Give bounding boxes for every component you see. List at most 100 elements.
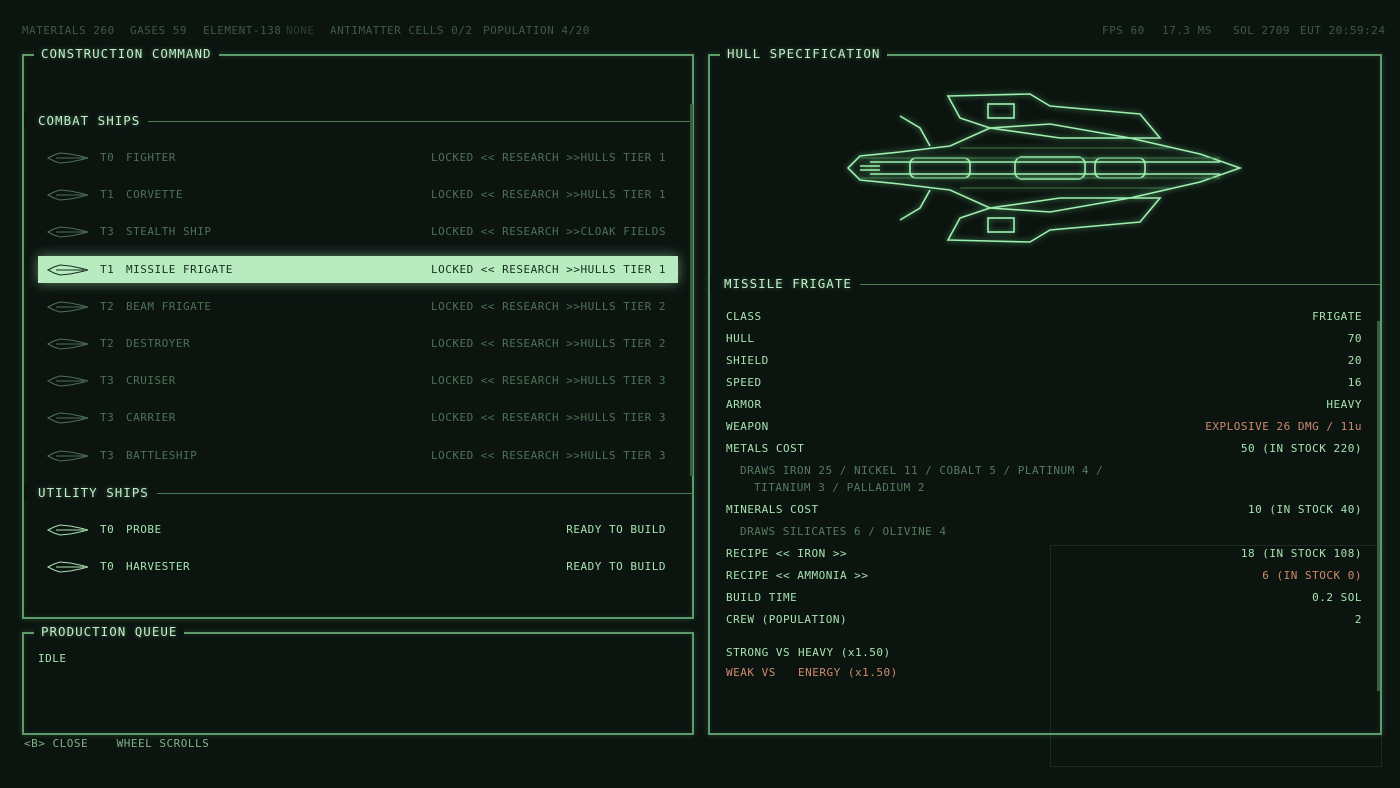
ship-row[interactable]: T3 STEALTH SHIP LOCKED << RESEARCH >>CLOAK… [38,218,678,245]
ship-name-heading: MISSILE FRIGATE [710,276,860,291]
scroll-hint: WHEEL SCROLLS [116,737,210,750]
ship-status: LOCKED << RESEARCH >>HULLS TIER 3 [430,448,666,462]
ship-tier: T0 [100,560,115,574]
strong-vs-value: HEAVY (x1.50) [798,646,891,659]
stat-value: 50 (IN STOCK 220) [1240,442,1362,455]
ship-tier: T2 [100,299,115,313]
harvester-icon [46,561,89,573]
ship-row[interactable]: T1 MISSILE FRIGATE LOCKED << RESEARCH >>HU… [38,255,678,283]
ship-row[interactable]: T0 FIGHTER LOCKED << RESEARCH >>HULLS TIER… [38,144,678,171]
probe-icon [46,524,89,536]
missile-frigate-icon [46,264,89,276]
ship-tier: T2 [100,337,115,350]
ship-row[interactable]: T3 CARRIER LOCKED << RESEARCH >>HULLS TIER… [38,404,678,431]
ship-status: LOCKED << RESEARCH >>HULLS TIER 3 [430,374,666,388]
ship-tier: T3 [100,225,115,239]
panel-title: HULL SPECIFICATION [720,46,888,61]
ship-name: PROBE [126,523,162,536]
stat-label: SHIELD [726,354,769,367]
ship-row[interactable]: T3 CRUISER LOCKED << RESEARCH >>HULLS TIER… [38,367,678,394]
ship-row[interactable]: T0 HARVESTER READY TO BUILD [38,553,678,580]
top-status-bar: MATERIALS 260 GASES 59 ELEMENT-138 NONE … [22,24,1385,38]
recipe-ammonia-value: 6 (IN STOCK 0) [1262,569,1362,582]
ship-status: LOCKED << RESEARCH >>HULLS TIER 2 [430,337,666,350]
construction-panel: CONSTRUCTION COMMAND COMBAT SHIPS T0 FIGH… [22,46,694,619]
fps-readout: FPS 60 [1102,24,1145,37]
minerals-cost-label: MINERALS COST [726,503,819,516]
hull-scrollbar[interactable] [1377,321,1380,691]
ship-row[interactable]: T0 PROBE READY TO BUILD [38,516,678,543]
panel-title: PRODUCTION QUEUE [34,624,185,639]
metals-breakdown-cont: TITANIUM 3 / PALLADIUM 2 [754,481,925,494]
stat-label: SPEED [726,376,762,389]
strong-vs-label: STRONG VS [726,646,791,659]
ship-row[interactable]: T3 BATTLESHIP LOCKED << RESEARCH >>HULLS T… [38,442,678,469]
hull-spec-panel: HULL SPECIFICATION MISSILE FRIGATE CLASS… [708,46,1382,735]
recipe-iron-label: RECIPE << IRON >> [726,547,848,560]
ship-name: BEAM FRIGATE [126,299,212,313]
element-readout: ELEMENT-138 [203,24,282,37]
stat-label: CLASS [726,310,762,323]
panel-title: CONSTRUCTION COMMAND [34,46,219,61]
ship-row[interactable]: T2 BEAM FRIGATE LOCKED << RESEARCH >>HULLS… [38,293,678,320]
ship-status: LOCKED << RESEARCH >>HULLS TIER 1 [430,188,666,202]
ship-name: CRUISER [126,374,176,388]
stat-label: WEAPON [726,420,769,433]
gases-readout: GASES 59 [130,24,187,37]
beam-frigate-icon [46,301,89,313]
destroyer-icon [46,338,89,350]
ship-name: STEALTH SHIP [126,225,212,239]
ship-tier: T1 [100,188,115,202]
control-hints: <B> CLOSE WHEEL SCROLLS [24,737,209,750]
ship-tier: T1 [100,262,115,276]
stat-value: FRIGATE [1312,310,1362,323]
ship-status: LOCKED << RESEARCH >>HULLS TIER 1 [430,262,666,276]
ship-status: LOCKED << RESEARCH >>HULLS TIER 2 [430,299,666,313]
population-readout: POPULATION 4/20 [483,24,590,37]
build-time-label: BUILD TIME [726,591,798,604]
production-queue-panel: PRODUCTION QUEUE IDLE [22,624,694,735]
build-time-value: 0.2 SOL [1312,591,1362,604]
ship-status: READY TO BUILD [566,523,666,536]
materials-readout: MATERIALS 260 [22,24,115,37]
ship-status: LOCKED << RESEARCH >>HULLS TIER 1 [430,151,666,164]
frame-time-readout: 17.3 MS [1162,24,1212,37]
carrier-icon [46,412,89,424]
ship-tier: T3 [100,411,115,425]
ship-tier: T0 [100,523,115,536]
sol-readout: SOL 2709 [1233,24,1290,37]
ship-tier: T3 [100,448,115,462]
stat-value: 70 [1347,332,1362,345]
construction-scrollbar[interactable] [690,104,693,476]
stat-label: HULL [726,332,755,345]
weak-vs-value: ENERGY (x1.50) [798,666,898,679]
ship-row[interactable]: T2 DESTROYER LOCKED << RESEARCH >>HULLS TI… [38,330,678,357]
recipe-iron-value: 18 (IN STOCK 108) [1240,547,1362,560]
element-state: NONE [286,24,315,37]
ship-status: READY TO BUILD [566,560,666,574]
stat-value: EXPLOSIVE 26 DMG / 11u [1205,420,1362,433]
crew-value: 2 [1354,613,1362,626]
stat-value: HEAVY [1326,398,1362,411]
ship-status: LOCKED << RESEARCH >>CLOAK FIELDS [430,225,666,239]
minerals-breakdown: DRAWS SILICATES 6 / OLIVINE 4 [740,525,947,538]
metals-breakdown: DRAWS IRON 25 / NICKEL 11 / COBALT 5 / P… [740,464,1104,477]
queue-status: IDLE [38,652,67,665]
ship-name: DESTROYER [126,337,191,350]
stat-label: ARMOR [726,398,762,411]
weak-vs-label: WEAK VS [726,666,776,679]
ship-tier: T3 [100,374,115,388]
missile-frigate-blueprint [846,93,1243,243]
ship-status: LOCKED << RESEARCH >>HULLS TIER 3 [430,411,666,425]
ship-row[interactable]: T1 CORVETTE LOCKED << RESEARCH >>HULLS TIE… [38,181,678,208]
ship-name: FIGHTER [126,151,176,164]
stealth-ship-icon [46,226,89,238]
battleship-icon [46,450,89,462]
close-hint: <B> CLOSE [24,737,89,750]
ship-name: CARRIER [126,411,176,425]
recipe-ammonia-label: RECIPE << AMMONIA >> [726,569,869,582]
ship-name: MISSILE FRIGATE [126,262,233,276]
antimatter-readout: ANTIMATTER CELLS 0/2 [330,24,473,37]
clock-readout: EUT 20:59:24 [1300,24,1386,37]
combat-ships-heading: COMBAT SHIPS [24,113,149,128]
